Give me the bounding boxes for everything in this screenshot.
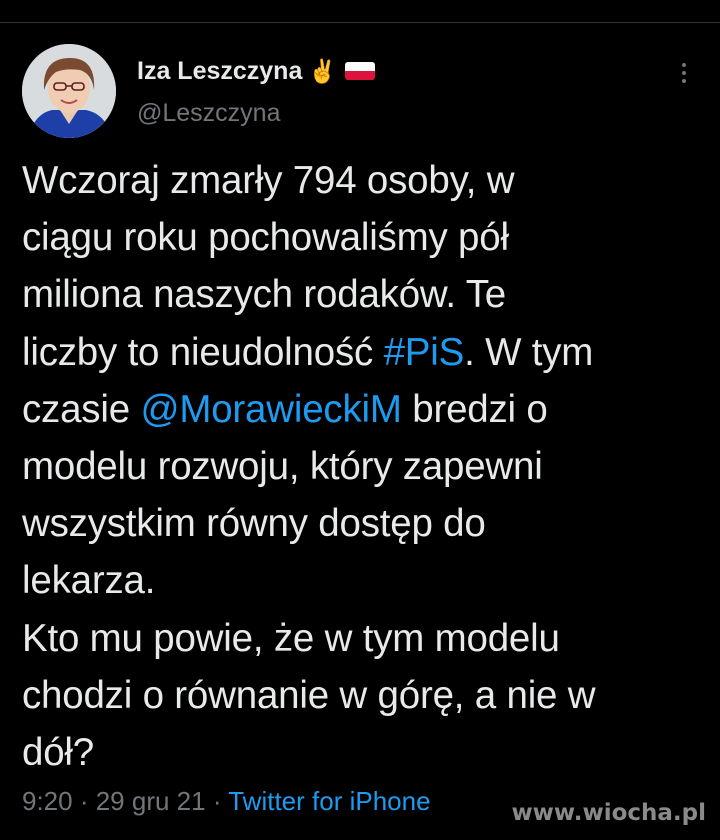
hashtag-link[interactable]: #PiS <box>384 331 465 374</box>
tweet-text-line: miliona naszych rodaków. Te <box>22 266 712 323</box>
more-vertical-icon[interactable] <box>672 58 696 88</box>
victory-hand-icon: ✌️ <box>308 58 337 84</box>
tweet-source-link[interactable]: Twitter for iPhone <box>228 786 430 816</box>
tweet-time[interactable]: 9:20 <box>22 786 73 816</box>
poland-flag-icon <box>345 62 375 80</box>
tweet-text-line: czasie @MorawieckiM bredzi o <box>22 381 712 438</box>
tweet-text-segment: modelu rozwoju, który zapewni <box>22 445 543 489</box>
tweet-text-line: modelu rozwoju, który zapewni <box>22 438 712 495</box>
author-name-row[interactable]: Iza Leszczyna ✌️ <box>137 56 375 86</box>
avatar[interactable] <box>22 44 116 138</box>
tweet-text-line: ciągu roku pochowaliśmy pół <box>22 209 712 266</box>
profile-photo <box>22 44 116 138</box>
watermark: www.wiocha.pl <box>511 800 706 826</box>
tweet-text-segment: czasie <box>22 387 141 431</box>
meta-separator: · <box>205 786 229 816</box>
tweet-date[interactable]: 29 gru 21 <box>96 786 206 816</box>
tweet-text-line: Kto mu powie, że w tym modelu <box>22 610 712 667</box>
tweet-text-segment: bredzi o <box>401 387 548 431</box>
author-display-name[interactable]: Iza Leszczyna <box>137 56 302 86</box>
top-divider <box>0 22 720 23</box>
tweet-text-segment: . W tym <box>464 330 594 374</box>
tweet-text-line: liczby to nieudolność #PiS. W tym <box>22 324 712 381</box>
meta-separator: · <box>72 786 96 816</box>
tweet-text-segment: dół? <box>22 731 94 775</box>
tweet-text-line: Wczoraj zmarły 794 osoby, w <box>22 152 712 209</box>
tweet-text-line: lekarza. <box>22 552 712 609</box>
tweet-meta: 9:20 · 29 gru 21 · Twitter for iPhone <box>22 784 431 818</box>
tweet-text-segment: Kto mu powie, że w tym modelu <box>22 616 560 660</box>
tweet-text-segment: chodzi o równanie w górę, a nie w <box>22 673 596 717</box>
tweet-text-segment: ciągu roku pochowaliśmy pół <box>22 216 509 260</box>
tweet-text-segment: lekarza. <box>22 559 156 603</box>
tweet-text: Wczoraj zmarły 794 osoby, w ciągu roku po… <box>22 152 712 781</box>
tweet-text-line: wszystkim równy dostęp do <box>22 495 712 552</box>
tweet-text-line: dół? <box>22 724 712 781</box>
tweet-text-segment: Wczoraj zmarły 794 osoby, w <box>22 159 515 202</box>
author-handle[interactable]: @Leszczyna <box>137 98 281 128</box>
tweet-text-segment: miliona naszych rodaków. Te <box>22 273 506 317</box>
tweet-text-segment: wszystkim równy dostęp do <box>22 502 486 546</box>
tweet-text-segment: liczby to nieudolność <box>22 330 384 374</box>
mention-link[interactable]: @MorawieckiM <box>140 388 401 431</box>
tweet-text-line: chodzi o równanie w górę, a nie w <box>22 667 712 724</box>
